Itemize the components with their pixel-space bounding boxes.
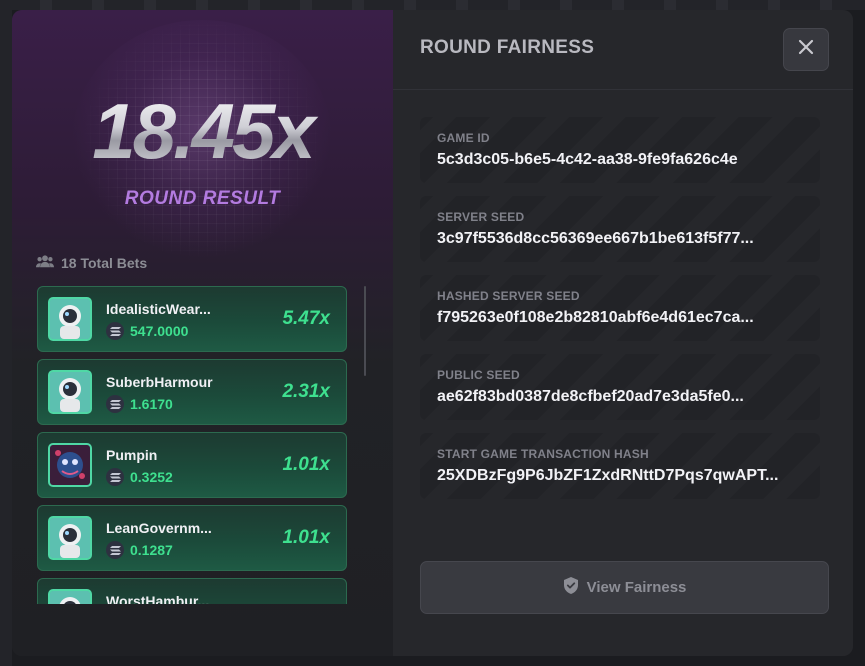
bet-amount-row: 1.6170 [106, 395, 173, 413]
backdrop-left-edge [0, 0, 12, 666]
bet-amount-row: 0.3252 [106, 468, 173, 486]
bets-list[interactable]: IdealisticWear... 547.0000 5.47x SuberbH… [37, 286, 347, 604]
field-label: GAME ID [437, 131, 490, 145]
field-label: SERVER SEED [437, 210, 525, 224]
solana-icon [106, 395, 124, 413]
fairness-header: ROUND FAIRNESS [393, 10, 853, 90]
solana-icon [106, 468, 124, 486]
round-result-panel: 18.45x ROUND RESULT 18 Total Bets Ideali… [12, 10, 393, 656]
view-fairness-label: View Fairness [586, 579, 687, 596]
bet-amount: 547.0000 [130, 323, 189, 339]
bet-card: LeanGovernm... 0.1287 1.01x [37, 505, 347, 571]
solana-icon [106, 541, 124, 559]
field-label: HASHED SERVER SEED [437, 289, 580, 303]
cashout-multiplier: 1.01x [282, 454, 330, 475]
player-name: Pumpin [106, 447, 158, 463]
backdrop-top-edge [0, 0, 865, 10]
public-seed-field: PUBLIC SEED ae62f83bd0387de8cfbef20ad7e3… [420, 354, 820, 420]
player-avatar [48, 370, 92, 414]
round-fairness-modal: 18.45x ROUND RESULT 18 Total Bets Ideali… [12, 10, 853, 656]
cashout-multiplier: 5.47x [282, 308, 330, 329]
bet-amount: 0.3252 [130, 469, 173, 485]
player-name: IdealisticWear... [106, 301, 211, 317]
total-bets-label: 18 Total Bets [61, 254, 148, 271]
round-result-label: ROUND RESULT [124, 188, 281, 209]
fairness-title: ROUND FAIRNESS [420, 37, 595, 58]
bet-amount: 1.6170 [130, 396, 173, 412]
field-value[interactable]: 5c3d3c05-b6e5-4c42-aa38-9fe9fa626c4e [437, 151, 807, 169]
player-avatar [48, 443, 92, 487]
cashout-multiplier: 2.31x [282, 381, 330, 402]
bet-amount-row: 547.0000 [106, 322, 188, 340]
start-game-transaction-hash-field: START GAME TRANSACTION HASH 25XDBzFg9P6J… [420, 433, 820, 499]
bet-card: IdealisticWear... 547.0000 5.47x [37, 286, 347, 352]
bet-card: Pumpin 0.3252 1.01x [37, 432, 347, 498]
solana-icon [106, 322, 124, 340]
player-avatar [48, 589, 92, 604]
field-value[interactable]: f795263e0f108e2b82810abf6e4d61ec7ca... [437, 309, 807, 327]
player-name: WorstHambur... [106, 593, 210, 604]
hashed-server-seed-field: HASHED SERVER SEED f795263e0f108e2b82810… [420, 275, 820, 341]
bet-amount: 0.1287 [130, 542, 173, 558]
field-value[interactable]: ae62f83bd0387de8cfbef20ad7e3da5fe0... [437, 388, 807, 406]
bet-card: WorstHambur... [37, 578, 347, 604]
close-icon [798, 39, 814, 60]
game-id-field: GAME ID 5c3d3c05-b6e5-4c42-aa38-9fe9fa62… [420, 117, 820, 183]
users-icon [36, 254, 54, 271]
total-bets-header: 18 Total Bets [36, 254, 147, 271]
field-value[interactable]: 25XDBzFg9P6JbZF1ZxdRNttD7Pqs7qwAPT... [437, 467, 807, 485]
field-label: START GAME TRANSACTION HASH [437, 447, 649, 461]
bet-card: SuberbHarmour 1.6170 2.31x [37, 359, 347, 425]
round-multiplier: 18.45x [12, 86, 393, 177]
view-fairness-button[interactable]: View Fairness [420, 561, 829, 614]
bet-amount-row: 0.1287 [106, 541, 173, 559]
fairness-panel: ROUND FAIRNESS GAME ID 5c3d3c05-b6e5-4c4… [393, 10, 853, 656]
player-name: LeanGovernm... [106, 520, 212, 536]
shield-check-icon [563, 576, 579, 599]
bets-scrollbar[interactable] [364, 286, 366, 376]
player-name: SuberbHarmour [106, 374, 213, 390]
server-seed-field: SERVER SEED 3c97f5536d8cc56369ee667b1be6… [420, 196, 820, 262]
close-button[interactable] [783, 28, 829, 71]
field-label: PUBLIC SEED [437, 368, 520, 382]
player-avatar [48, 516, 92, 560]
field-value[interactable]: 3c97f5536d8cc56369ee667b1be613f5f77... [437, 230, 807, 248]
cashout-multiplier: 1.01x [282, 527, 330, 548]
player-avatar [48, 297, 92, 341]
